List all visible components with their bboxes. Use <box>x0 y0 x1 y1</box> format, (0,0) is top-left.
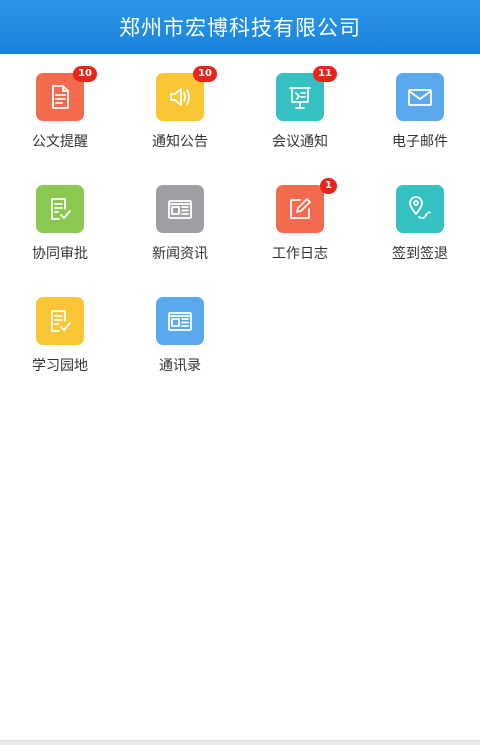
app-tile: 11 <box>276 66 337 121</box>
notification-badge: 11 <box>313 66 337 82</box>
app-meeting[interactable]: 11 会议通知 <box>240 54 360 166</box>
app-header: 郑州市宏博科技有限公司 <box>0 0 480 54</box>
notification-badge: 10 <box>193 66 217 82</box>
app-tile: 10 <box>156 66 217 121</box>
app-news[interactable]: 新闻资讯 <box>120 166 240 278</box>
app-tile <box>156 297 204 345</box>
app-label: 协同审批 <box>32 246 88 262</box>
app-tile: 1 <box>276 178 337 233</box>
app-contacts[interactable]: 通讯录 <box>120 278 240 390</box>
app-tile <box>36 297 84 345</box>
app-tile <box>396 73 444 121</box>
notification-badge: 10 <box>73 66 97 82</box>
app-label: 学习园地 <box>32 358 88 374</box>
app-label: 电子邮件 <box>392 134 448 150</box>
page-title: 郑州市宏博科技有限公司 <box>119 16 361 40</box>
speaker-icon <box>165 82 195 112</box>
app-approval[interactable]: 协同审批 <box>0 166 120 278</box>
app-study[interactable]: 学习园地 <box>0 278 120 390</box>
edit-log-icon <box>285 194 315 224</box>
document-icon <box>45 82 75 112</box>
app-email[interactable]: 电子邮件 <box>360 54 480 166</box>
app-label: 通讯录 <box>159 358 201 374</box>
approval-check-icon <box>45 194 75 224</box>
app-tile <box>156 185 204 233</box>
location-pin-icon <box>405 194 435 224</box>
study-check-icon <box>45 306 75 336</box>
notification-badge: 1 <box>320 178 337 194</box>
app-checkin[interactable]: 签到签退 <box>360 166 480 278</box>
app-label: 通知公告 <box>152 134 208 150</box>
app-tile <box>396 185 444 233</box>
contacts-news-icon <box>165 306 195 336</box>
app-official-docs[interactable]: 10 公文提醒 <box>0 54 120 166</box>
app-label: 签到签退 <box>392 246 448 262</box>
mail-icon <box>405 82 435 112</box>
newspaper-icon <box>165 194 195 224</box>
app-label: 工作日志 <box>272 246 328 262</box>
app-label: 会议通知 <box>272 134 328 150</box>
bottom-edge <box>0 740 480 745</box>
app-notice[interactable]: 10 通知公告 <box>120 54 240 166</box>
app-label: 新闻资讯 <box>152 246 208 262</box>
app-work-log[interactable]: 1 工作日志 <box>240 166 360 278</box>
meeting-board-icon <box>285 82 315 112</box>
app-tile: 10 <box>36 66 97 121</box>
app-label: 公文提醒 <box>32 134 88 150</box>
app-tile <box>36 185 84 233</box>
